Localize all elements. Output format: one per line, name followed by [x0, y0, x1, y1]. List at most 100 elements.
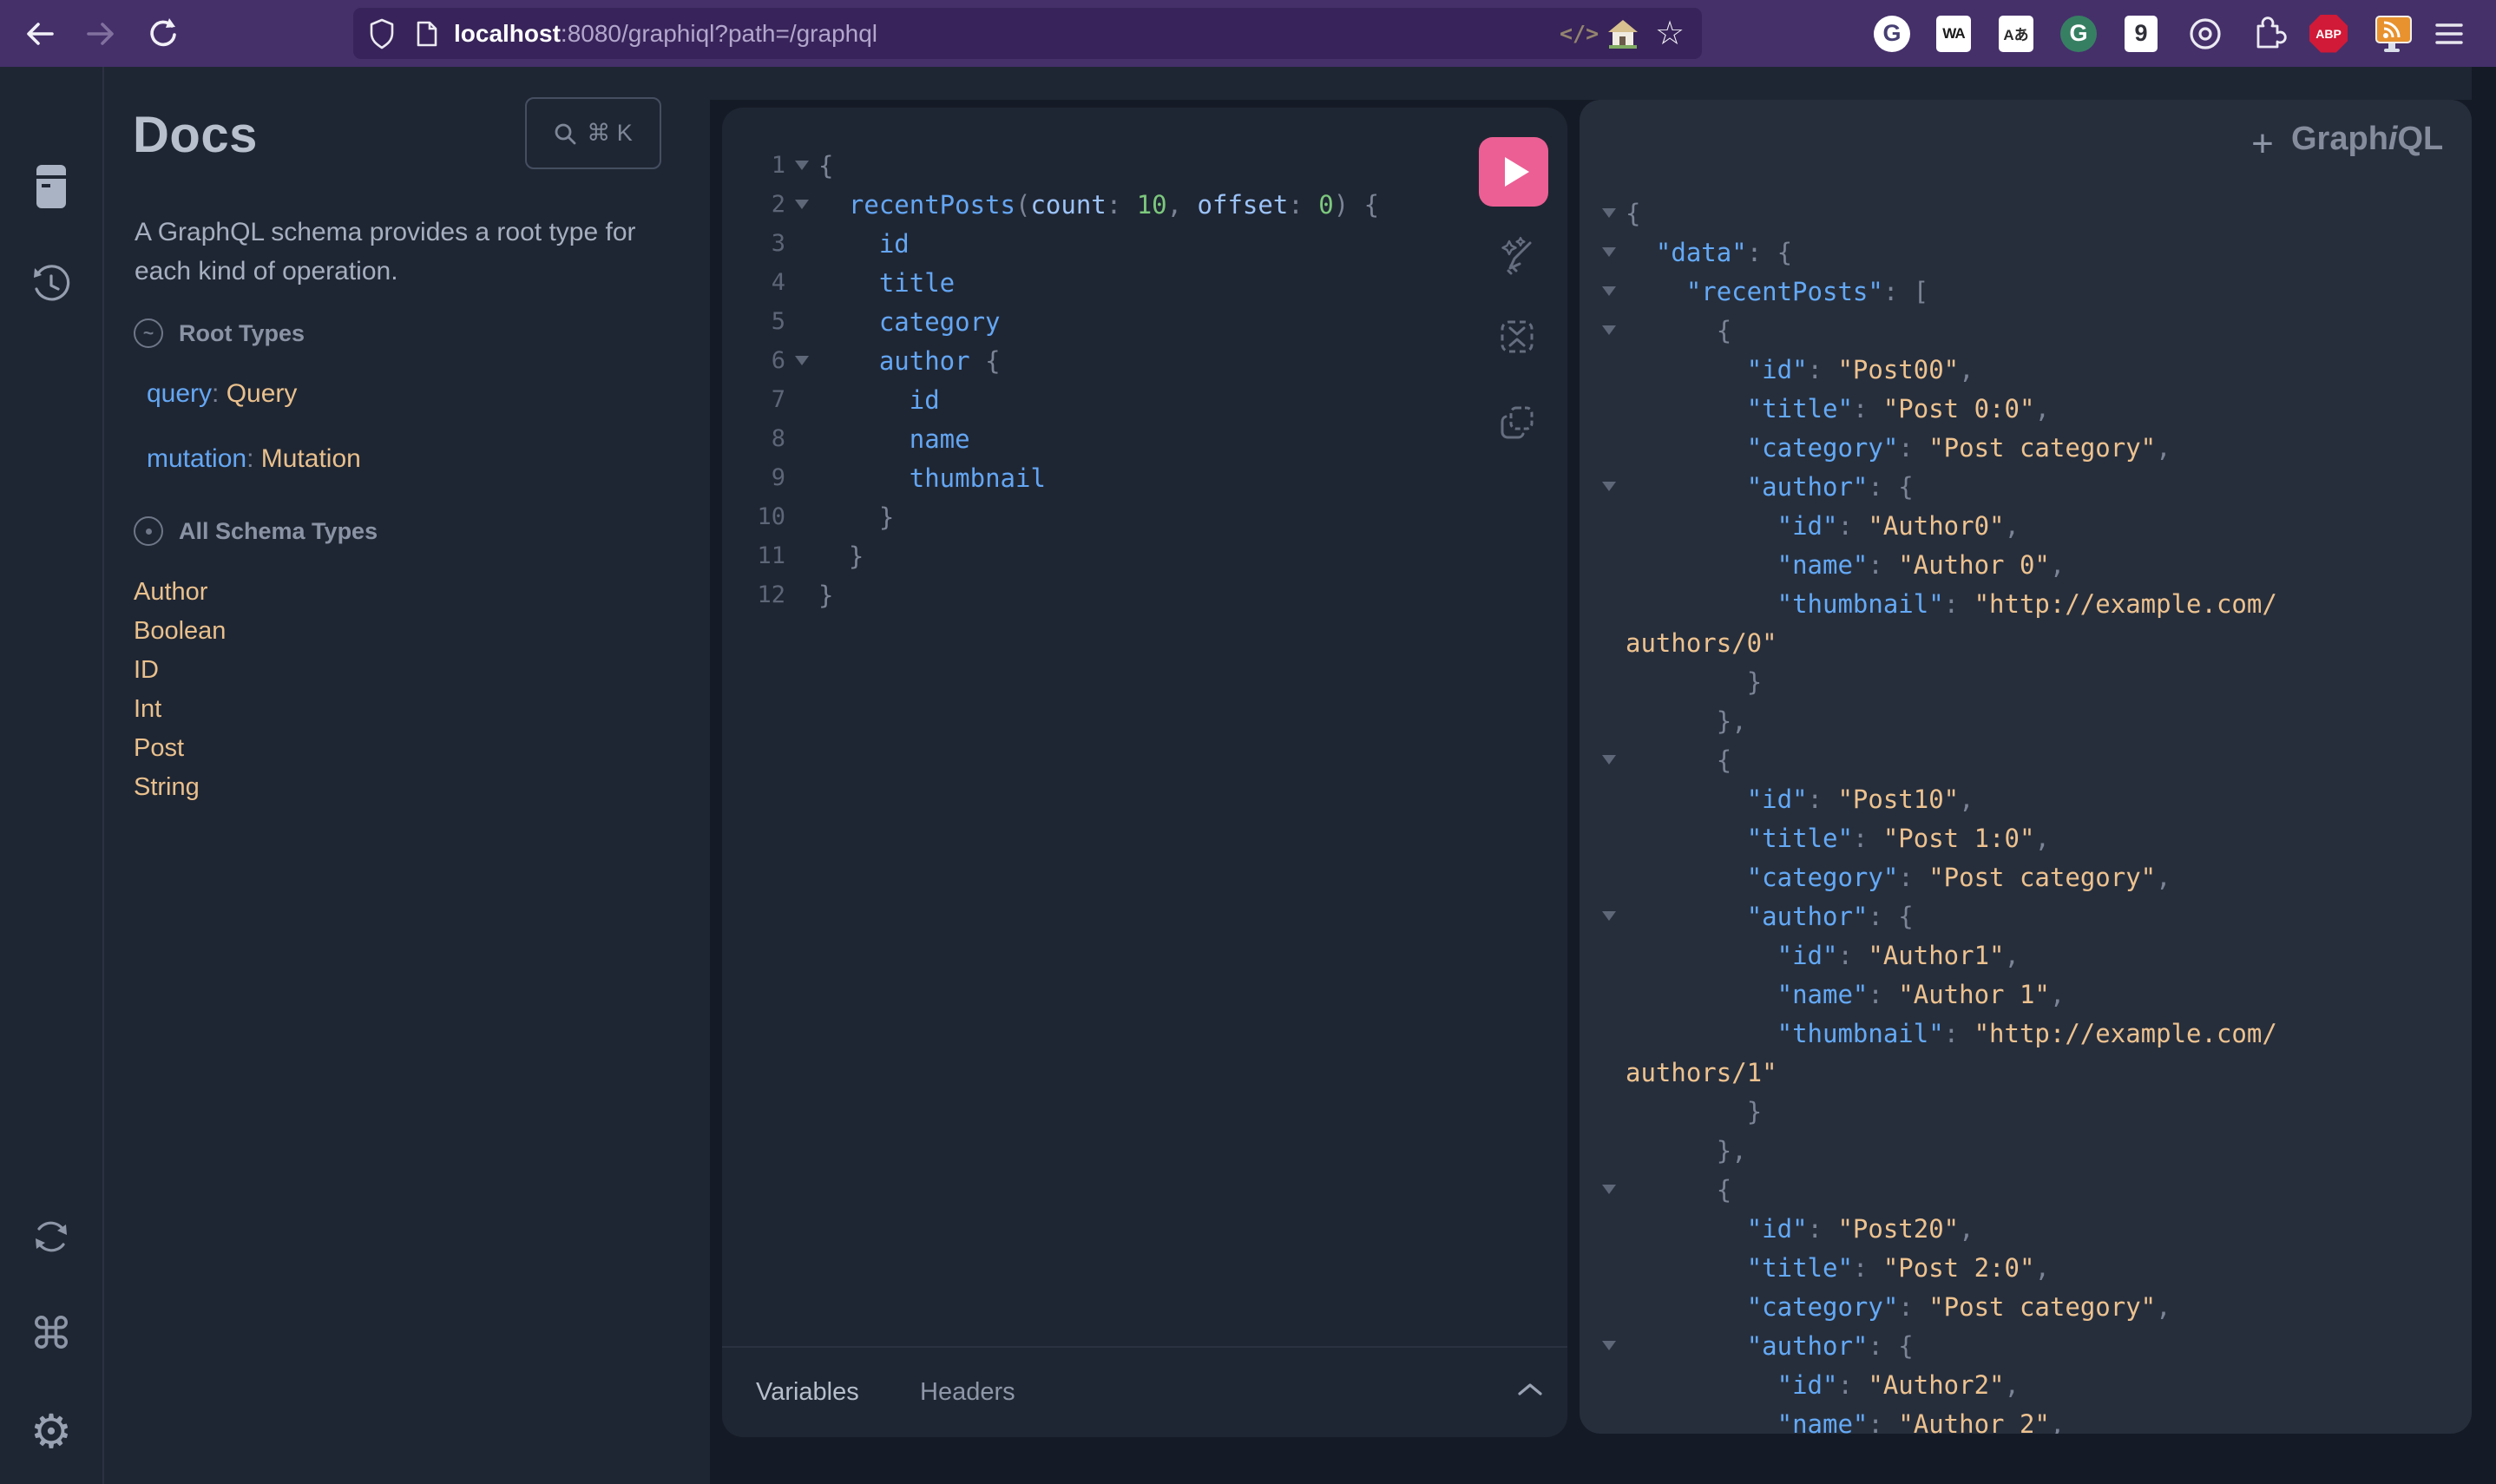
page-info-icon[interactable] [416, 8, 438, 59]
response-line: { [1600, 311, 1731, 350]
shortcuts-command-icon[interactable]: ⌘ [0, 1303, 102, 1364]
nine-digit: 9 [2125, 16, 2158, 52]
graphiql-logo: GraphiQL [2291, 121, 2440, 158]
extension-wolframalpha-icon[interactable]: WA [1936, 0, 1971, 67]
reload-button[interactable] [139, 0, 187, 67]
extension-grammarly-icon[interactable]: G [2060, 0, 2097, 67]
editor-line[interactable]: 3 id [722, 224, 1567, 263]
fold-arrow-icon[interactable] [1600, 325, 1626, 335]
fold-arrow-icon[interactable] [1600, 755, 1626, 765]
add-tab-button[interactable]: + [2241, 122, 2284, 166]
type-link-post[interactable]: Post [134, 729, 184, 768]
response-line: } [1600, 1092, 1762, 1131]
root-type-query[interactable]: query: Query [147, 379, 297, 409]
home-icon[interactable] [1606, 8, 1639, 59]
extension-rss-icon[interactable] [2373, 0, 2411, 67]
prettify-button[interactable] [1497, 236, 1537, 276]
fold-arrow-icon[interactable] [1600, 286, 1626, 296]
code-text: title [818, 268, 955, 298]
response-line: "id": "Author0", [1600, 506, 2020, 545]
separator: : [246, 444, 261, 473]
url-bar[interactable]: localhost:8080/graphiql?path=/graphql </… [353, 8, 1702, 59]
docs-search-box[interactable]: ⌘ K [525, 97, 661, 169]
history-plugin-button[interactable] [0, 254, 102, 315]
extensions-puzzle-icon[interactable] [2250, 0, 2287, 67]
extension-ring-icon[interactable] [2187, 0, 2223, 67]
execute-query-button[interactable] [1479, 137, 1548, 207]
response-line: "title": "Post 2:0", [1600, 1248, 2050, 1287]
code-text: "category": "Post category", [1626, 433, 2171, 463]
code-text: category [818, 307, 1001, 337]
type-link-string[interactable]: String [134, 768, 200, 807]
response-line: "name": "Author 2", [1600, 1404, 2065, 1434]
editor-line[interactable]: 10 } [722, 497, 1567, 536]
code-text: "recentPosts": [ [1626, 277, 1928, 306]
tab-headers[interactable]: Headers [920, 1348, 1015, 1437]
fold-arrow-icon[interactable] [785, 356, 818, 365]
docs-plugin-button[interactable] [0, 156, 102, 217]
menu-hamburger-icon[interactable] [2435, 0, 2463, 67]
response-line: }, [1600, 1131, 1747, 1170]
plus-icon: + [2251, 122, 2274, 166]
editor-line[interactable]: 1{ [722, 146, 1567, 185]
editor-line[interactable]: 12} [722, 575, 1567, 614]
code-text: "id": "Post00", [1626, 355, 1974, 384]
fold-arrow-icon[interactable] [1600, 482, 1626, 491]
mutation-type-link[interactable]: Mutation [261, 444, 361, 473]
merge-fragments-button[interactable] [1497, 317, 1537, 357]
settings-gear-icon[interactable]: ⚙ [0, 1401, 102, 1461]
editor-line[interactable]: 9 thumbnail [722, 458, 1567, 497]
code-text: "author": { [1626, 1331, 1914, 1361]
root-type-mutation[interactable]: mutation: Mutation [147, 444, 361, 474]
editor-line[interactable]: 5 category [722, 302, 1567, 341]
query-editor-panel[interactable]: 1{2 recentPosts(count: 10, offset: 0) {3… [722, 108, 1567, 1437]
fold-arrow-icon[interactable] [1600, 208, 1626, 218]
editor-line[interactable]: 8 name [722, 419, 1567, 458]
code-text: }, [1626, 706, 1747, 736]
fold-arrow-icon[interactable] [1600, 911, 1626, 921]
editor-line[interactable]: 6 author { [722, 341, 1567, 380]
forward-button[interactable] [76, 0, 125, 67]
code-extension-icon[interactable]: </> [1560, 8, 1599, 59]
fold-arrow-icon[interactable] [785, 200, 818, 209]
code-text: { [1626, 199, 1640, 228]
editor-line[interactable]: 4 title [722, 263, 1567, 302]
code-text: { [1626, 1175, 1731, 1205]
fold-arrow-icon[interactable] [785, 161, 818, 170]
query-type-link[interactable]: Query [227, 379, 298, 408]
collapse-tools-button[interactable] [1516, 1381, 1544, 1398]
tab-variables[interactable]: Variables [756, 1348, 859, 1437]
type-link-id[interactable]: ID [134, 651, 159, 690]
translate-letters: Aあ [1999, 16, 2033, 52]
editor-line[interactable]: 11 } [722, 536, 1567, 575]
query-field-name[interactable]: query [147, 379, 212, 408]
response-line: "author": { [1600, 467, 1914, 506]
extension-g-icon[interactable]: G [1874, 0, 1910, 67]
forward-icon [84, 17, 117, 50]
editor-line[interactable]: 2 recentPosts(count: 10, offset: 0) { [722, 185, 1567, 224]
line-number: 11 [722, 542, 785, 569]
code-text: "title": "Post 0:0", [1626, 394, 2050, 424]
bookmark-star-icon[interactable]: ☆ [1655, 8, 1685, 59]
code-text: "id": "Post20", [1626, 1214, 1974, 1244]
url-text[interactable]: localhost:8080/graphiql?path=/graphql [454, 8, 877, 59]
fold-arrow-icon[interactable] [1600, 1341, 1626, 1350]
shield-icon[interactable] [369, 8, 395, 59]
extension-adblock-icon[interactable]: ABP [2309, 0, 2348, 67]
code-text: "author": { [1626, 902, 1914, 931]
refetch-schema-button[interactable] [0, 1206, 102, 1267]
extension-nine-icon[interactable]: 9 [2125, 0, 2158, 67]
mutation-field-name[interactable]: mutation [147, 444, 246, 473]
editor-line[interactable]: 7 id [722, 380, 1567, 419]
copy-query-button[interactable] [1497, 403, 1537, 443]
merge-icon [1497, 317, 1537, 357]
extension-translate-icon[interactable]: Aあ [1999, 0, 2033, 67]
type-link-int[interactable]: Int [134, 690, 161, 729]
fold-arrow-icon[interactable] [1600, 247, 1626, 257]
type-link-boolean[interactable]: Boolean [134, 612, 226, 651]
fold-arrow-icon[interactable] [1600, 1185, 1626, 1194]
code-text: } [1626, 1097, 1762, 1126]
back-button[interactable] [16, 0, 64, 67]
line-number: 10 [722, 503, 785, 530]
type-link-author[interactable]: Author [134, 573, 207, 612]
